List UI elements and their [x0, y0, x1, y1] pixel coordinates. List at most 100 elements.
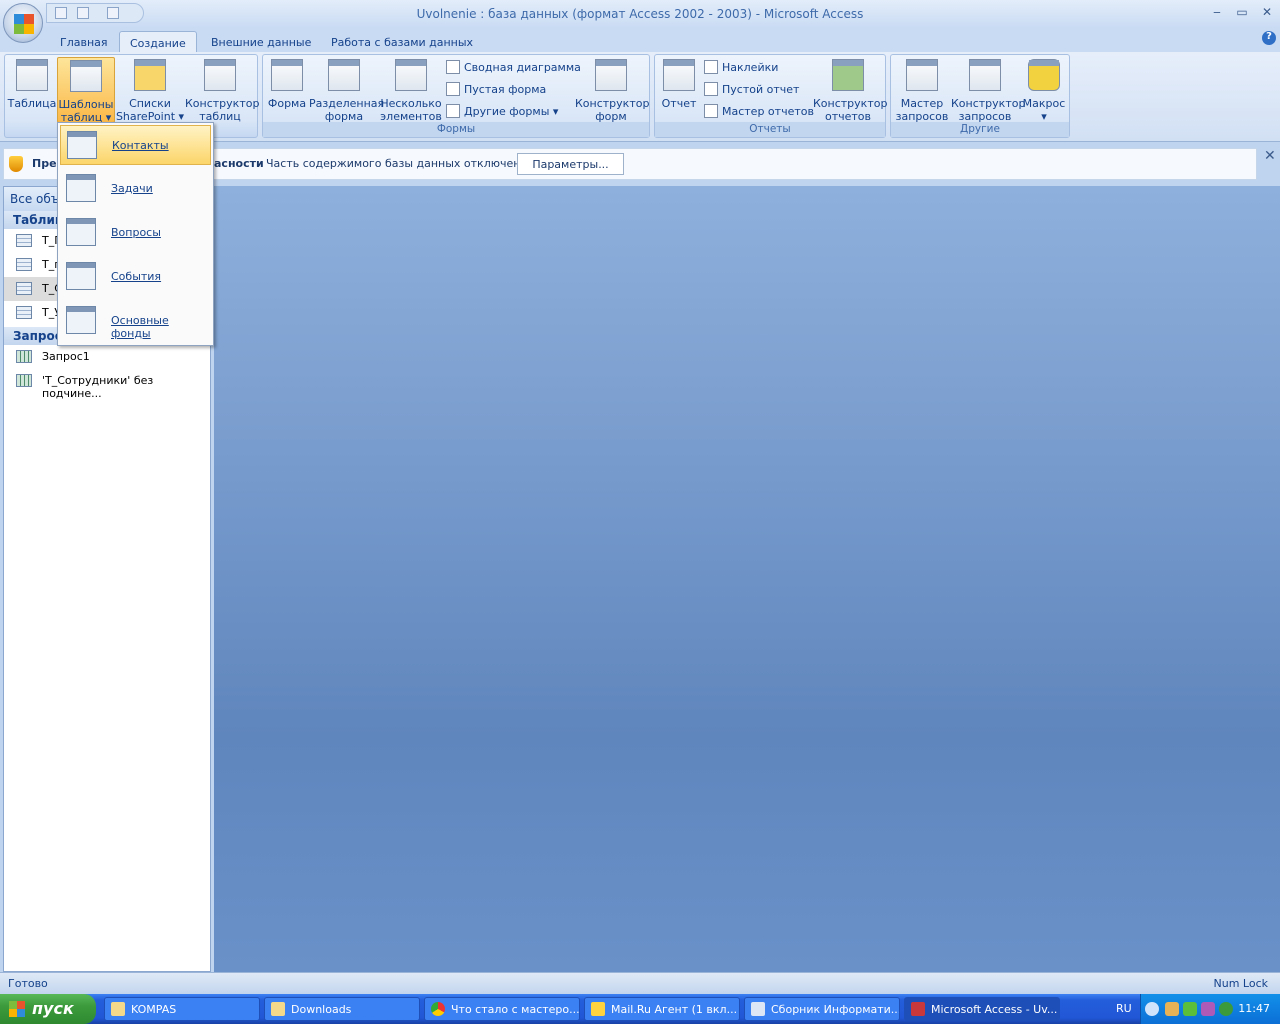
- sharepoint-lists-button[interactable]: Списки SharePoint ▾: [115, 57, 185, 123]
- save-icon[interactable]: [55, 7, 67, 19]
- taskbar-item[interactable]: Что стало с мастеро...: [424, 997, 580, 1021]
- status-bar: Готово Num Lock: [0, 972, 1280, 994]
- security-message: Часть содержимого базы данных отключено: [266, 157, 528, 170]
- nav-query-item[interactable]: Запрос1: [4, 345, 210, 369]
- security-title-end: асности: [214, 157, 264, 170]
- tray-icon[interactable]: [1165, 1002, 1179, 1016]
- report-button[interactable]: Отчет: [657, 57, 701, 110]
- split-form-button[interactable]: Разделенная форма: [309, 57, 384, 123]
- label: Mail.Ru Агент (1 вкл...: [611, 1003, 738, 1016]
- sharepoint-list-icon: [134, 59, 166, 91]
- chrome-icon: [431, 1002, 445, 1016]
- label: Мастер запросов: [895, 97, 949, 123]
- label: Конструктор таблиц: [185, 97, 260, 123]
- table-designer-button[interactable]: Конструктор таблиц: [185, 57, 259, 123]
- other-forms-button[interactable]: Другие формы ▾: [446, 104, 558, 122]
- close-button[interactable]: ✕: [1258, 5, 1276, 21]
- blank-report-button[interactable]: Пустой отчет: [704, 82, 799, 100]
- contact-template-icon: [70, 60, 102, 92]
- title-bar: Uvolnenie : база данных (формат Access 2…: [0, 0, 1280, 28]
- macro-scroll-icon: [1028, 59, 1060, 91]
- query-icon: [16, 350, 32, 363]
- close-security-bar-icon[interactable]: ✕: [1264, 148, 1276, 164]
- show-hidden-icons-icon[interactable]: [1145, 1002, 1159, 1016]
- office-button[interactable]: [3, 3, 43, 43]
- nav-query-item[interactable]: 'Т_Сотрудники' без подчине...: [4, 369, 210, 400]
- group-label: Другие: [891, 122, 1069, 137]
- tray-app-icon[interactable]: [1201, 1002, 1215, 1016]
- group-forms: Форма Разделенная форма Несколько элемен…: [262, 54, 650, 138]
- undo-icon[interactable]: [77, 7, 89, 19]
- tab-create[interactable]: Создание: [119, 31, 197, 52]
- label: Конструктор форм: [575, 97, 650, 123]
- query-wizard-icon: [906, 59, 938, 91]
- help-icon[interactable]: ?: [1262, 31, 1276, 45]
- report-wizard-button[interactable]: Мастер отчетов: [704, 104, 814, 122]
- quick-access-toolbar: [46, 3, 144, 23]
- taskbar-item[interactable]: Downloads: [264, 997, 420, 1021]
- issues-icon: [66, 218, 96, 246]
- table-icon: [16, 282, 32, 295]
- taskbar-item[interactable]: Сборник Информати...: [744, 997, 900, 1021]
- menu-item-events[interactable]: События: [60, 257, 211, 297]
- taskbar-item[interactable]: KOMPAS: [104, 997, 260, 1021]
- taskbar: пуск KOMPAS Downloads Что стало с мастер…: [0, 994, 1280, 1024]
- taskbar-item-active[interactable]: Microsoft Access - Uv...: [904, 997, 1060, 1021]
- blank-form-button[interactable]: Пустая форма: [446, 82, 546, 100]
- start-button[interactable]: пуск: [0, 994, 96, 1024]
- redo-icon[interactable]: [107, 7, 119, 19]
- label: События: [111, 270, 162, 283]
- label: Основные фонды: [111, 314, 169, 340]
- pivot-chart-button[interactable]: Сводная диаграмма: [446, 60, 581, 78]
- label: Сборник Информати...: [771, 1003, 900, 1016]
- group-other: Мастер запросов Конструктор запросов Мак…: [890, 54, 1070, 138]
- folder-icon: [271, 1002, 285, 1016]
- minimize-button[interactable]: ‒: [1208, 5, 1226, 21]
- label: KOMPAS: [131, 1003, 177, 1016]
- antivirus-icon[interactable]: [1219, 1002, 1233, 1016]
- table-button[interactable]: Таблица: [7, 57, 57, 110]
- windows-logo-icon: [9, 1001, 25, 1017]
- tab-external-data[interactable]: Внешние данные: [201, 31, 321, 52]
- label: Вопросы: [111, 226, 161, 239]
- label: Шаблоны таблиц ▾: [58, 98, 114, 124]
- window-title: Uvolnenie : база данных (формат Access 2…: [416, 7, 864, 21]
- form-designer-button[interactable]: Конструктор форм: [575, 57, 650, 123]
- multiple-items-button[interactable]: Несколько элементов: [379, 57, 443, 123]
- table-templates-button[interactable]: Шаблоны таблиц ▾: [57, 57, 115, 124]
- label: Что стало с мастеро...: [451, 1003, 580, 1016]
- assets-icon: [66, 306, 96, 334]
- menu-item-tasks[interactable]: Задачи: [60, 169, 211, 209]
- labels-button[interactable]: Наклейки: [704, 60, 778, 78]
- network-icon[interactable]: [1183, 1002, 1197, 1016]
- office-logo-icon: [14, 14, 34, 34]
- query-wizard-button[interactable]: Мастер запросов: [893, 57, 951, 123]
- query-designer-button[interactable]: Конструктор запросов: [951, 57, 1025, 123]
- report-designer-button[interactable]: Конструктор отчетов: [813, 57, 887, 123]
- tab-home[interactable]: Главная: [50, 31, 118, 52]
- label: Пустой отчет: [722, 83, 800, 96]
- menu-item-issues[interactable]: Вопросы: [60, 213, 211, 253]
- form-button[interactable]: Форма: [265, 57, 309, 110]
- label: Несколько элементов: [380, 97, 442, 123]
- group-label: Отчеты: [655, 122, 885, 137]
- label: 'Т_Сотрудники' без подчине...: [42, 374, 154, 400]
- ribbon-tabs: Главная Создание Внешние данные Работа с…: [0, 28, 1280, 52]
- restore-button[interactable]: ▭: [1233, 5, 1251, 21]
- table-icon: [16, 59, 48, 91]
- language-indicator[interactable]: RU: [1116, 1002, 1132, 1015]
- label: Задачи: [111, 182, 153, 195]
- tab-database-tools[interactable]: Работа с базами данных: [321, 31, 483, 52]
- table-templates-menu: Контакты Задачи Вопросы События Основные…: [57, 122, 214, 346]
- label: Отчет: [661, 97, 697, 110]
- options-button[interactable]: Параметры...: [517, 153, 624, 175]
- label: Мастер отчетов: [722, 105, 814, 118]
- labels-icon: [704, 60, 718, 74]
- pivot-chart-icon: [446, 60, 460, 74]
- macro-button[interactable]: Макрос ▾: [1021, 57, 1067, 123]
- tasks-icon: [66, 174, 96, 202]
- menu-item-assets[interactable]: Основные фонды: [60, 301, 211, 341]
- taskbar-item[interactable]: Mail.Ru Агент (1 вкл...: [584, 997, 740, 1021]
- label: Списки SharePoint ▾: [115, 97, 185, 123]
- menu-item-contacts[interactable]: Контакты: [60, 125, 211, 165]
